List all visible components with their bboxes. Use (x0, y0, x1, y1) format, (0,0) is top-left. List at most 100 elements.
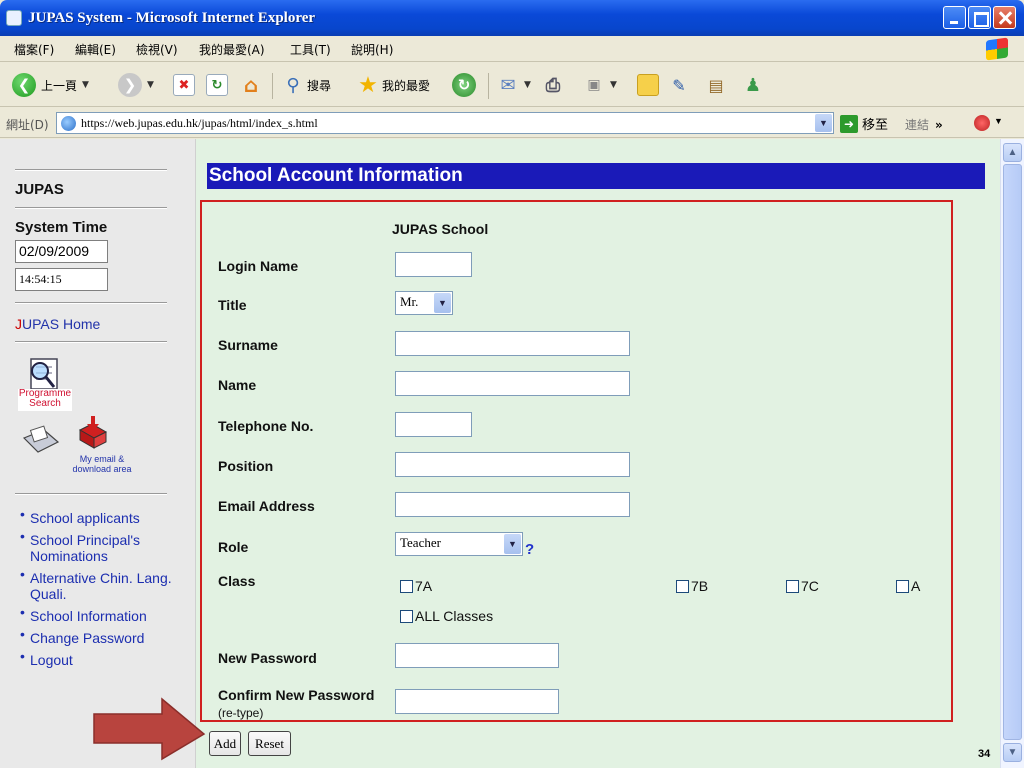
confirm-password-input[interactable] (395, 689, 559, 714)
history-icon: ↻ (452, 73, 476, 97)
checkbox-box (786, 579, 799, 593)
menu-help[interactable]: 說明(H) (351, 41, 393, 58)
history-button[interactable]: ↻ (452, 71, 476, 99)
class-checkbox-7b[interactable]: 7B (676, 578, 708, 594)
checkbox-label: ALL Classes (415, 608, 494, 624)
menu-favorites[interactable]: 我的最愛(A) (199, 41, 265, 58)
toolbar: ❮ 上一頁 ▼ ❯ ▼ ✖ ↻ ⌂ ⚲ 搜尋 ★ 我的最愛 ↻ ✉ ▼ ⎙ ▣ … (0, 63, 1024, 107)
class-checkbox-7c[interactable]: 7C (786, 578, 819, 594)
class-checkbox-all[interactable]: ALL Classes (400, 608, 493, 624)
home-link-initial: J (15, 316, 22, 332)
name-input[interactable] (395, 371, 630, 396)
chevron-down-icon: ▼ (434, 293, 451, 313)
print-button[interactable]: ⎙ (542, 71, 564, 99)
vertical-scrollbar[interactable]: ▲ ▼ (1000, 139, 1024, 768)
slide-number: 34 (978, 748, 991, 760)
menu-edit[interactable]: 編輯(E) (75, 41, 116, 58)
email-download-area-button[interactable]: My email & download area (20, 416, 138, 478)
role-select[interactable]: Teacher ▼ (395, 532, 523, 556)
favorites-button[interactable]: ★ 我的最愛 (357, 71, 430, 99)
surname-input[interactable] (395, 331, 630, 356)
nav-principal-nominations[interactable]: School Principal's Nominations (20, 528, 190, 564)
nav-school-information[interactable]: School Information (20, 604, 190, 624)
class-checkbox-a[interactable]: A (896, 578, 920, 594)
menu-file[interactable]: 檔案(F) (14, 41, 54, 58)
address-dropdown-icon[interactable]: ▼ (815, 114, 832, 132)
reset-button[interactable]: Reset (248, 731, 291, 756)
add-button[interactable]: Add (209, 731, 241, 756)
role-select-value: Teacher (400, 535, 441, 550)
close-button[interactable] (993, 6, 1016, 29)
programme-search-button[interactable]: Programme Search (18, 357, 72, 415)
sidebar-nav: School applicants School Principal's Nom… (20, 506, 190, 674)
folder-button[interactable] (637, 71, 659, 99)
book-icon: ▤ (708, 75, 724, 95)
checkbox-label: 7B (691, 578, 709, 594)
main-panel: School Account Information JUPAS School … (197, 139, 1000, 768)
name-label: Name (218, 377, 257, 393)
telephone-input[interactable] (395, 412, 472, 437)
new-password-input[interactable] (395, 643, 559, 668)
email-printer-icon (22, 416, 108, 453)
scroll-down-icon[interactable]: ▼ (1003, 743, 1022, 762)
nav-change-password[interactable]: Change Password (20, 626, 190, 646)
search-button[interactable]: ⚲ 搜尋 (282, 71, 331, 99)
login-name-input[interactable] (395, 252, 472, 277)
role-help-link[interactable]: ? (525, 541, 534, 558)
position-input[interactable] (395, 452, 630, 477)
edit-button[interactable]: ▣ ▼ (583, 71, 617, 99)
checkbox-label: 7A (415, 578, 433, 594)
home-button[interactable]: ⌂ (240, 71, 262, 99)
confirm-password-label: Confirm New Password (218, 687, 375, 703)
folder-icon (637, 74, 659, 96)
mail-button[interactable]: ✉ ▼ (497, 71, 530, 99)
menu-tools[interactable]: 工具(T) (290, 41, 331, 58)
go-label: 移至 (862, 118, 889, 133)
links-button[interactable]: 連結 » (905, 116, 943, 133)
scroll-up-icon[interactable]: ▲ (1003, 143, 1022, 162)
edit-icon: ▣ (587, 77, 601, 93)
title-select[interactable]: Mr. ▼ (395, 291, 453, 315)
back-button[interactable]: ❮ 上一頁 ▼ (12, 71, 89, 99)
position-label: Position (218, 458, 274, 474)
nav-alt-chinese-quali[interactable]: Alternative Chin. Lang. Quali. (20, 566, 190, 602)
checkbox-box (676, 579, 689, 593)
forward-button[interactable]: ❯ ▼ (118, 71, 154, 99)
toolbar-separator (272, 73, 273, 99)
back-dropdown-icon: ▼ (82, 80, 89, 90)
favorites-star-icon: ★ (358, 72, 378, 98)
account-form: JUPAS School Login Name Title Mr. ▼ Surn… (200, 200, 953, 722)
minimize-button[interactable] (943, 6, 966, 29)
caption-line: My email & (79, 454, 125, 464)
login-name-label: Login Name (218, 258, 299, 274)
stop-button[interactable]: ✖ (173, 71, 195, 99)
print-icon: ⎙ (545, 74, 561, 96)
divider (15, 302, 167, 304)
school-name: JUPAS School (392, 221, 489, 237)
forward-arrow-icon: ❯ (118, 73, 142, 97)
translate-button[interactable]: ▤ (705, 71, 727, 99)
scroll-thumb[interactable] (1003, 164, 1022, 740)
address-input[interactable]: https://web.jupas.edu.hk/jupas/html/inde… (56, 112, 834, 134)
toolbar-extension-icon[interactable] (974, 115, 990, 131)
refresh-button[interactable]: ↻ (206, 71, 228, 99)
class-checkbox-7a[interactable]: 7A (400, 578, 432, 594)
home-link-text: UPAS Home (22, 316, 101, 332)
back-arrow-icon: ❮ (12, 73, 36, 97)
home-icon: ⌂ (243, 73, 259, 97)
maximize-button[interactable] (968, 6, 991, 29)
toolbar-separator (488, 73, 489, 99)
checkbox-box (400, 579, 413, 593)
research-button[interactable]: ✎ (668, 71, 690, 99)
messenger-button[interactable]: ♟ (742, 71, 764, 99)
address-bar: 網址(D) https://web.jupas.edu.hk/jupas/htm… (0, 108, 1024, 138)
divider (15, 169, 167, 171)
nav-school-applicants[interactable]: School applicants (20, 506, 190, 526)
nav-logout[interactable]: Logout (20, 648, 190, 668)
extension-dropdown-icon[interactable]: ▼ (994, 116, 1003, 126)
email-input[interactable] (395, 492, 630, 517)
go-button[interactable]: ➜ 移至 (840, 114, 888, 133)
menu-view[interactable]: 檢視(V) (136, 41, 178, 58)
class-label: Class (218, 573, 256, 589)
jupas-home-link[interactable]: JUPAS Home (15, 316, 100, 332)
